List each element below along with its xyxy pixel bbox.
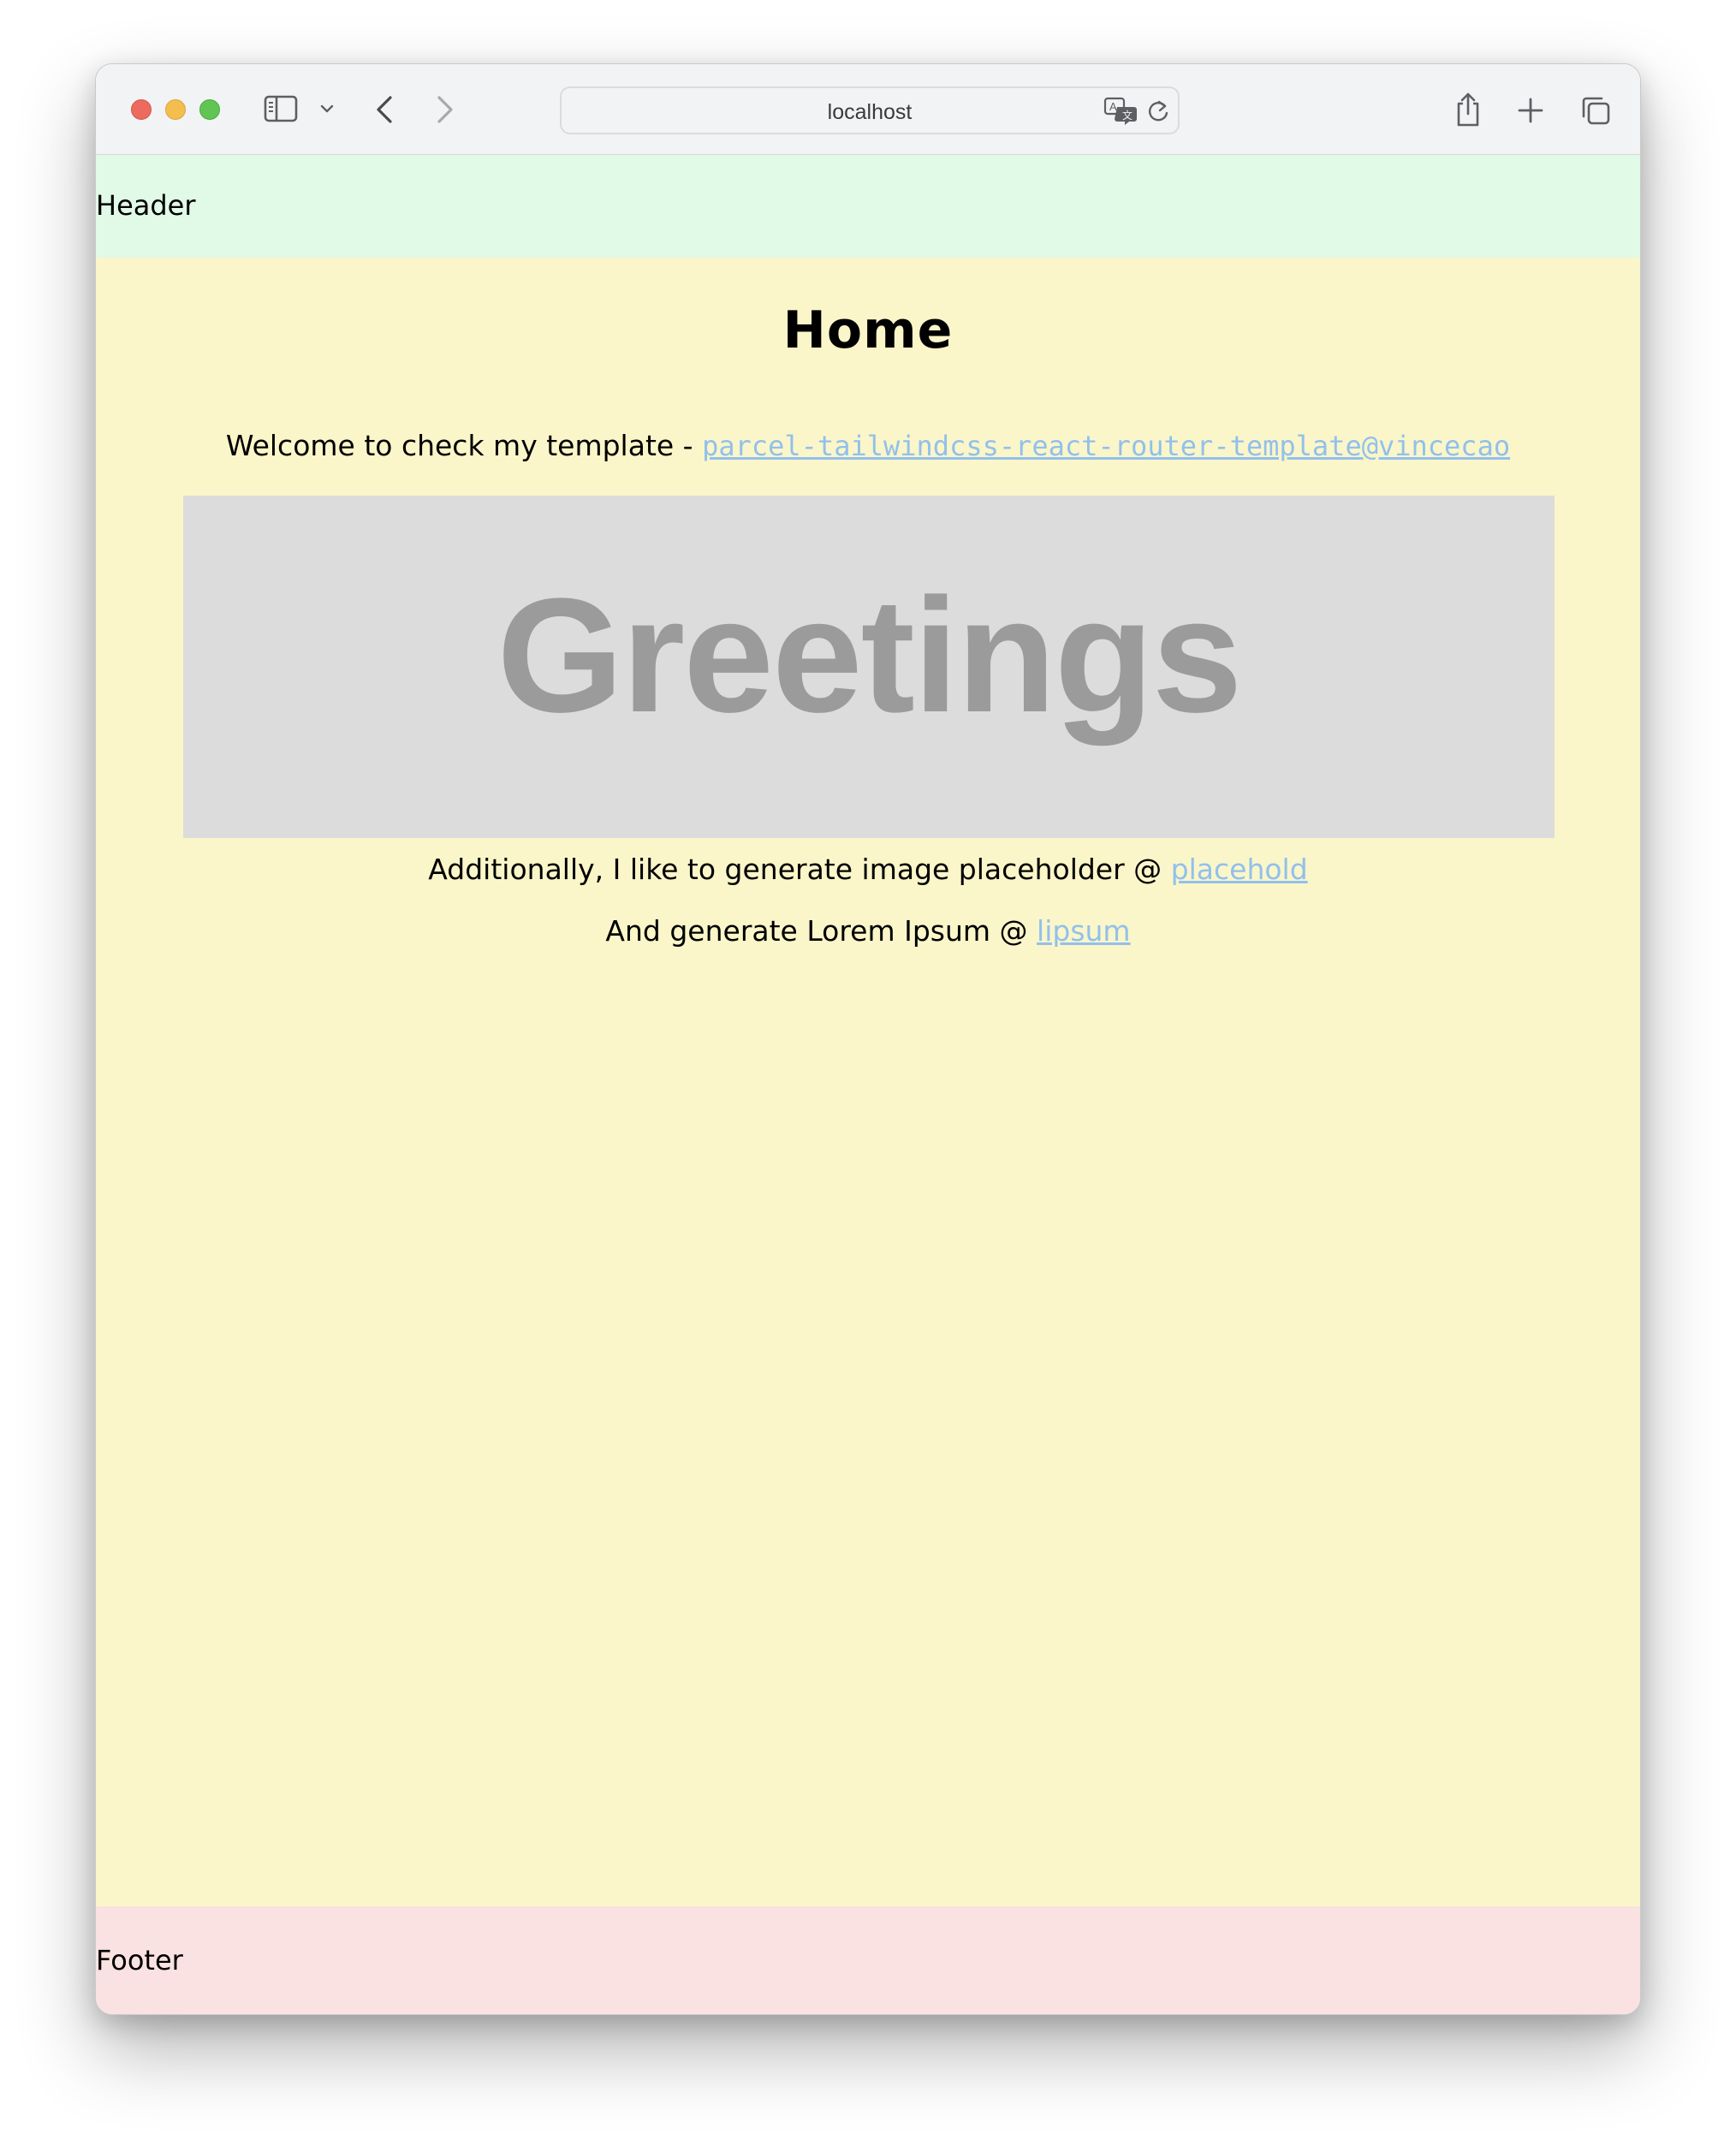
placehold-line: Additionally, I like to generate image p…	[96, 853, 1640, 886]
address-text: localhost	[827, 100, 913, 124]
close-window-button[interactable]	[131, 99, 152, 120]
site-footer: Footer	[96, 1906, 1640, 2014]
chevron-right-icon[interactable]	[436, 95, 455, 124]
browser-toolbar: localhost A 文	[96, 64, 1640, 155]
lipsum-text: And generate Lorem Ipsum @	[605, 914, 1037, 948]
maximize-window-button[interactable]	[199, 99, 220, 120]
greetings-placeholder-image: Greetings	[183, 496, 1555, 838]
greetings-image-text: Greetings	[496, 565, 1243, 746]
plus-icon[interactable]	[1517, 97, 1544, 124]
main-content: Home Welcome to check my template - parc…	[96, 258, 1640, 1906]
web-page: Header Home Welcome to check my template…	[96, 155, 1640, 2014]
minimize-window-button[interactable]	[165, 99, 186, 120]
translate-icon[interactable]: A 文	[1103, 97, 1138, 126]
welcome-text: Welcome to check my template -	[225, 429, 703, 462]
reload-icon[interactable]	[1146, 98, 1170, 124]
browser-window: localhost A 文 Header Home Welcome to che…	[95, 63, 1641, 2015]
chevron-down-icon[interactable]	[320, 104, 334, 114]
site-header: Header	[96, 155, 1640, 258]
lipsum-line: And generate Lorem Ipsum @ lipsum	[96, 914, 1640, 948]
placehold-text: Additionally, I like to generate image p…	[428, 853, 1171, 886]
address-bar[interactable]: localhost	[560, 86, 1180, 134]
share-icon[interactable]	[1454, 92, 1482, 128]
lipsum-link[interactable]: lipsum	[1037, 914, 1131, 948]
svg-text:文: 文	[1122, 109, 1133, 122]
page-title: Home	[782, 300, 954, 360]
welcome-line: Welcome to check my template - parcel-ta…	[96, 429, 1640, 462]
footer-label: Footer	[96, 1944, 183, 1977]
template-repo-link[interactable]: parcel-tailwindcss-react-router-template…	[702, 430, 1510, 462]
chevron-left-icon[interactable]	[375, 95, 394, 124]
tabs-overview-icon[interactable]	[1580, 95, 1611, 126]
header-label: Header	[96, 189, 196, 222]
sidebar-icon[interactable]	[264, 95, 298, 122]
svg-text:A: A	[1109, 100, 1117, 113]
placehold-link[interactable]: placehold	[1171, 853, 1308, 886]
